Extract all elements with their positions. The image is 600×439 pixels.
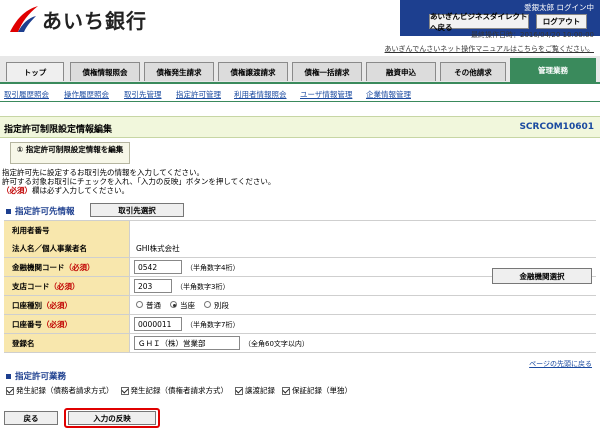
tab-admin[interactable]: 管理業務 [510, 58, 596, 82]
label-registered-name: 登録名 [4, 334, 130, 352]
tab-bulk-claim[interactable]: 債権一括請求 [292, 62, 362, 81]
label-corp-name: 法人名／個人事業者名 [4, 239, 130, 257]
section-heading: 指定許可先情報 [15, 207, 75, 217]
checkbox-label: 発生記録（債権者請求方式） [130, 386, 229, 395]
tab-loan-application[interactable]: 融資申込 [366, 62, 436, 81]
bank-select-button[interactable]: 金融機関選択 [492, 268, 592, 284]
checkbox-issue-creditor[interactable] [120, 386, 129, 395]
subnav-transaction-history[interactable]: 取引履歴照会 [4, 89, 49, 100]
tab-claim-inquiry[interactable]: 債権情報照会 [70, 62, 140, 81]
cell-registered-name: （全角60文字以内） [130, 334, 596, 352]
label-account-number: 口座番号（必須） [4, 315, 130, 333]
required-marker: （必須） [64, 263, 95, 272]
label-user-number: 利用者番号 [4, 221, 130, 239]
branch-code-hint: （半角数字3桁） [176, 283, 230, 291]
tab-claim-transfer[interactable]: 債権譲渡請求 [218, 62, 288, 81]
bank-code-hint: （半角数字4桁） [186, 264, 240, 272]
select-partner-button[interactable]: 取引先選択 [90, 203, 184, 217]
radio-current-label: 当座 [180, 301, 195, 310]
branch-code-input[interactable] [134, 279, 172, 293]
section-heading-2: 指定許可業務 [15, 372, 67, 382]
account-number-input[interactable] [134, 317, 182, 331]
logout-button[interactable]: ログアウト [536, 14, 587, 29]
last-login-time: 最終操作日時：2016/04/20 10:00:00 [470, 31, 594, 39]
row-registered-name: 登録名 （全角60文字以内） [4, 334, 596, 353]
radio-ordinary[interactable] [136, 301, 143, 308]
subnav-user-info[interactable]: 利用者情報照会 [234, 89, 287, 100]
checkbox-transfer[interactable] [235, 386, 243, 395]
subnav-designation-permit[interactable]: 指定許可管理 [176, 89, 221, 100]
bank-logo-mark-icon [10, 6, 38, 32]
subnav-partner-management[interactable]: 取引先管理 [124, 89, 162, 100]
tab-claim-issue[interactable]: 債権発生請求 [144, 62, 214, 81]
checkbox-item: 発生記録（債務者請求方式） [6, 385, 114, 396]
back-button[interactable]: 戻る [4, 411, 58, 425]
row-account-number: 口座番号（必須） （半角数字7桁） [4, 315, 596, 334]
section-bullet-icon [6, 373, 11, 379]
bank-logo: あいち銀行 [6, 4, 147, 34]
permitted-operations-checkboxes: 発生記録（債務者請求方式） 発生記録（債権者請求方式） 譲渡記録 保証記録（単独… [6, 385, 359, 396]
cell-account-number: （半角数字7桁） [130, 315, 596, 333]
radio-special-label: 別段 [214, 301, 229, 310]
checkbox-item: 保証記録（単独） [282, 385, 352, 396]
checkbox-label: 保証記録（単独） [292, 386, 352, 395]
instruction-line-3: （必須）欄は必ず入力してください。 [2, 186, 592, 195]
required-marker: （必須） [42, 301, 72, 310]
row-account-type: 口座種別（必須） 普通 当座 別段 [4, 296, 596, 315]
registered-name-input[interactable] [134, 336, 240, 350]
required-marker: （必須） [42, 320, 72, 329]
page-title-bar: 指定許可制限設定情報編集 SCRCOM10601 [0, 116, 600, 138]
sub-navigation: 取引履歴照会 操作履歴照会 取引先管理 指定許可管理 利用者情報照会 ユーザ情報… [0, 86, 600, 102]
label-account-number-text: 口座番号 [12, 320, 42, 329]
step-indicator: ① 指定許可制限設定情報を編集 [10, 142, 130, 164]
registered-name-hint: （全角60文字以内） [244, 340, 309, 348]
bank-name: あいち銀行 [42, 8, 147, 33]
instruction-line-1: 指定許可先に設定するお取引先の情報を入力してください。 [2, 168, 205, 177]
cell-account-type: 普通 当座 別段 [130, 296, 596, 314]
tab-other-requests[interactable]: その他請求 [440, 62, 506, 81]
screen-code: SCRCOM10601 [519, 122, 594, 132]
value-user-number [130, 221, 596, 239]
checkbox-label: 譲渡記録 [245, 386, 275, 395]
page-top-link[interactable]: ページの先頭に戻る [529, 359, 592, 369]
instruction-line-2: 許可する対象お取引にチェックを入れ、「入力の反映」ボタンを押してください。 [2, 177, 276, 186]
radio-ordinary-label: 普通 [146, 301, 161, 310]
label-bank-code: 金融機関コード（必須） [4, 258, 130, 276]
subnav-user-management[interactable]: ユーザ情報管理 [300, 89, 352, 100]
row-corp-name: 法人名／個人事業者名 GHI株式会社 [4, 239, 596, 258]
label-branch-code: 支店コード（必須） [4, 277, 130, 295]
account-number-hint: （半角数字7桁） [186, 321, 240, 329]
label-account-type-text: 口座種別 [12, 301, 42, 310]
required-marker: （必須） [49, 282, 80, 291]
page-title: 指定許可制限設定情報編集 [4, 125, 113, 135]
label-branch-code-text: 支店コード [12, 282, 50, 291]
tab-top[interactable]: トップ [6, 62, 64, 81]
ab-direct-button[interactable]: あいぎんビジネスダイレクトへ戻る [429, 12, 529, 32]
row-user-number: 利用者番号 [4, 220, 596, 239]
label-bank-code-text: 金融機関コード [12, 263, 65, 272]
subnav-operation-history[interactable]: 操作履歴照会 [64, 89, 109, 100]
section-bullet-icon [6, 208, 11, 214]
instructions: 指定許可先に設定するお取引先の情報を入力してください。 許可する対象お取引にチェ… [2, 168, 592, 195]
checkbox-item: 譲渡記録 [235, 385, 275, 396]
radio-special[interactable] [204, 301, 211, 308]
main-tab-bar: トップ 債権情報照会 債権発生請求 債権譲渡請求 債権一括請求 融資申込 その他… [0, 56, 600, 84]
logged-in-user: 愛銀太郎 ログイン中 [524, 3, 594, 12]
value-corp-name: GHI株式会社 [130, 239, 596, 257]
radio-current[interactable] [170, 301, 177, 308]
bank-code-input[interactable] [134, 260, 182, 274]
checkbox-label: 発生記録（債務者請求方式） [16, 386, 114, 395]
checkbox-guarantee[interactable] [282, 386, 290, 395]
section-permitted-operations: 指定許可業務 [6, 370, 66, 382]
checkbox-item: 発生記録（債権者請求方式） [120, 385, 229, 396]
subnav-company-info[interactable]: 企業情報管理 [366, 89, 411, 100]
required-marker: （必須） [2, 186, 32, 195]
section-permitted-party: 指定許可先情報 [6, 205, 75, 217]
checkbox-issue-debtor[interactable] [6, 386, 14, 395]
label-account-type: 口座種別（必須） [4, 296, 130, 314]
instruction-line-3-text: 欄は必ず入力してください。 [32, 186, 130, 195]
manual-link[interactable]: あいぎんでんさいネット操作マニュアルはこちらをご覧ください。 [385, 44, 594, 54]
highlight-frame [64, 408, 160, 428]
